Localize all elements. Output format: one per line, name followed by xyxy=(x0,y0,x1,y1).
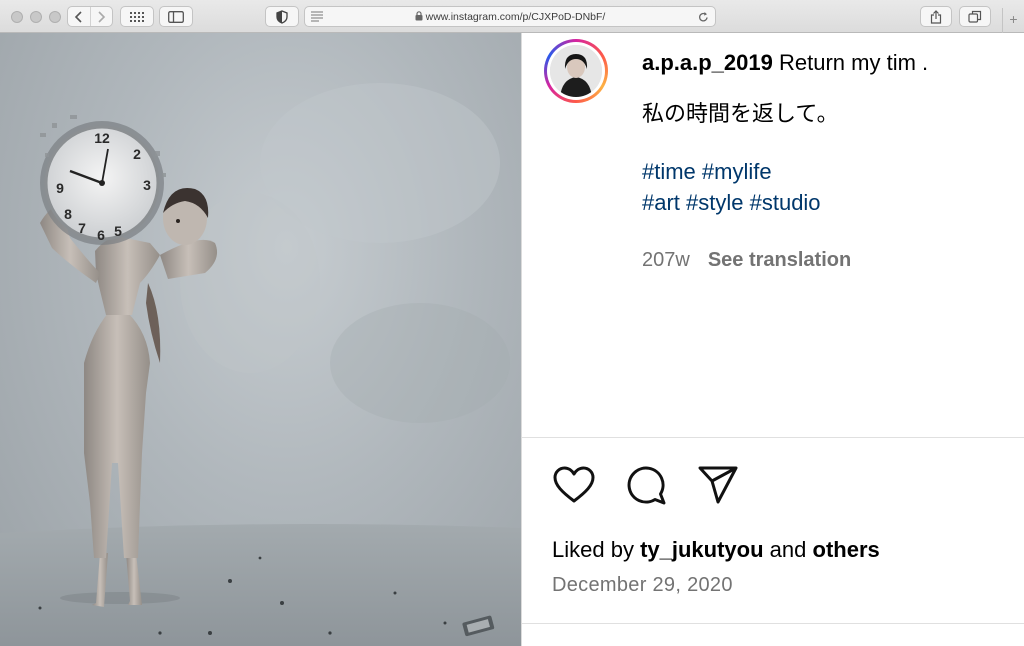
sidebar-toggle-icon xyxy=(168,10,184,23)
hashtags: #time #mylife #art #style #studio xyxy=(642,156,1012,218)
clock-numeral: 8 xyxy=(64,206,72,222)
tabs-icon xyxy=(968,10,982,23)
comment-icon xyxy=(627,466,666,505)
post-caption: a.p.a.p_2019 Return my tim . 私の時間を返して。 #… xyxy=(642,47,1012,218)
send-icon xyxy=(698,466,738,504)
avatar-portrait xyxy=(550,45,602,97)
back-button[interactable] xyxy=(68,7,90,26)
post-details: a.p.a.p_2019 Return my tim . 私の時間を返して。 #… xyxy=(522,33,1024,646)
url-text: www.instagram.com/p/CJXPoD-DNbF/ xyxy=(425,11,606,23)
liked-by-label: Liked by xyxy=(552,537,634,562)
heart-icon xyxy=(553,466,595,503)
clock-numeral: 5 xyxy=(114,223,122,239)
avatar-image xyxy=(550,45,602,97)
sidebar-toggle-button[interactable] xyxy=(159,6,193,27)
tab-overview-button[interactable] xyxy=(959,6,991,27)
chevron-right-icon xyxy=(98,10,106,23)
liked-by-user[interactable]: ty_jukutyou xyxy=(640,537,763,562)
minimize-window-button[interactable] xyxy=(30,11,42,23)
hashtag-line[interactable]: #art #style #studio xyxy=(642,190,821,215)
grid-icon xyxy=(130,11,144,22)
post-image: 12 2 3 5 6 7 8 9 xyxy=(0,33,521,646)
post-date[interactable]: December 29, 2020 xyxy=(552,574,733,597)
liked-by-others[interactable]: others xyxy=(813,537,880,562)
new-tab-button[interactable]: + xyxy=(1002,8,1024,33)
section-divider xyxy=(522,437,1024,438)
privacy-report-button[interactable] xyxy=(265,6,299,27)
likes-summary: Liked by ty_jukutyou and others xyxy=(552,537,880,563)
clock-numeral: 2 xyxy=(133,146,141,162)
browser-toolbar: www.instagram.com/p/CJXPoD-DNbF/ + xyxy=(0,0,1024,33)
caption-meta: 207w See translation xyxy=(642,249,851,272)
share-post-button[interactable] xyxy=(696,463,740,507)
shield-icon xyxy=(276,9,288,24)
reload-icon[interactable] xyxy=(698,11,709,23)
share-button[interactable] xyxy=(920,6,952,27)
grid-button[interactable] xyxy=(120,6,154,27)
close-window-button[interactable] xyxy=(11,11,23,23)
hashtag-line[interactable]: #time #mylife xyxy=(642,159,772,184)
history-nav xyxy=(67,6,113,27)
clock-numeral: 7 xyxy=(78,220,86,236)
clock-numeral: 9 xyxy=(56,180,64,196)
caption-text: Return my tim . xyxy=(779,50,929,75)
caption-japanese: 私の時間を返して。 xyxy=(642,101,839,126)
see-translation-button[interactable]: See translation xyxy=(708,249,851,271)
clock-numeral: 12 xyxy=(94,130,110,146)
comment-button[interactable] xyxy=(624,463,668,507)
caption-username[interactable]: a.p.a.p_2019 xyxy=(642,50,773,75)
post-age[interactable]: 207w xyxy=(642,249,690,271)
like-button[interactable] xyxy=(552,463,596,507)
zoom-window-button[interactable] xyxy=(49,11,61,23)
avatar[interactable] xyxy=(544,39,608,103)
avatar-border xyxy=(547,42,605,100)
address-bar[interactable]: www.instagram.com/p/CJXPoD-DNbF/ xyxy=(304,6,716,27)
share-icon xyxy=(930,9,942,24)
section-divider xyxy=(522,623,1024,624)
clock: 12 2 3 5 6 7 8 9 xyxy=(40,115,166,245)
liked-by-and: and xyxy=(769,537,807,562)
url-text-wrap: www.instagram.com/p/CJXPoD-DNbF/ xyxy=(305,11,715,23)
post-image-artwork: 12 2 3 5 6 7 8 9 xyxy=(0,83,521,646)
clock-numeral: 6 xyxy=(97,227,105,243)
clock-numeral: 3 xyxy=(143,177,151,193)
lock-icon xyxy=(415,11,423,21)
forward-button[interactable] xyxy=(89,7,113,26)
chevron-left-icon xyxy=(74,10,82,23)
